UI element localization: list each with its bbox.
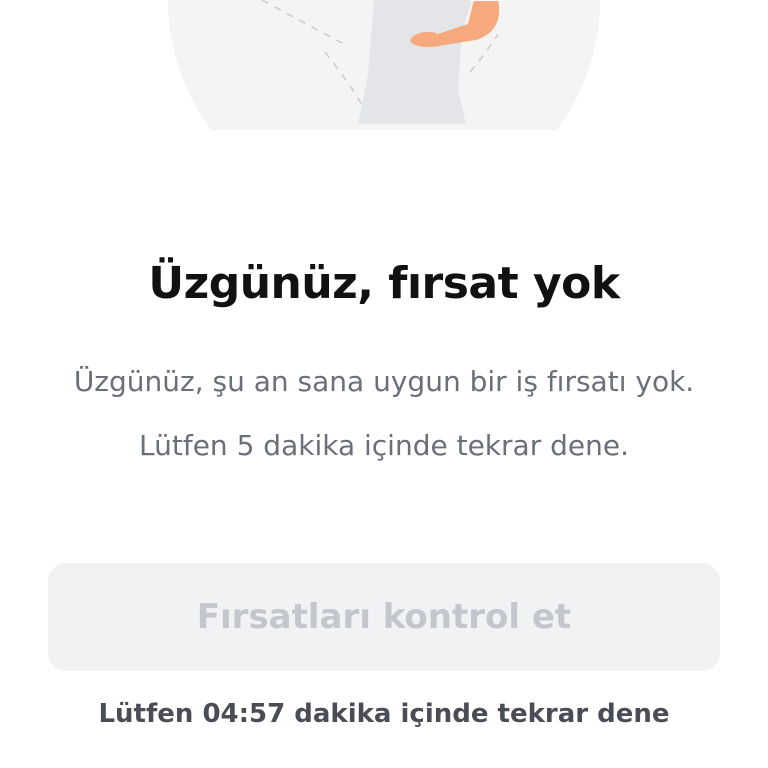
check-opportunities-button[interactable]: Fırsatları kontrol et [48,563,720,671]
person-shrug-illustration [168,0,600,216]
retry-countdown-text: Lütfen 04:57 dakika içinde tekrar dene [98,699,670,729]
no-opportunity-illustration [0,0,768,216]
page-title: Üzgünüz, fırsat yok [148,258,620,309]
empty-state-message: Üzgünüz, şu an sana uygun bir iş fırsatı… [73,365,695,462]
